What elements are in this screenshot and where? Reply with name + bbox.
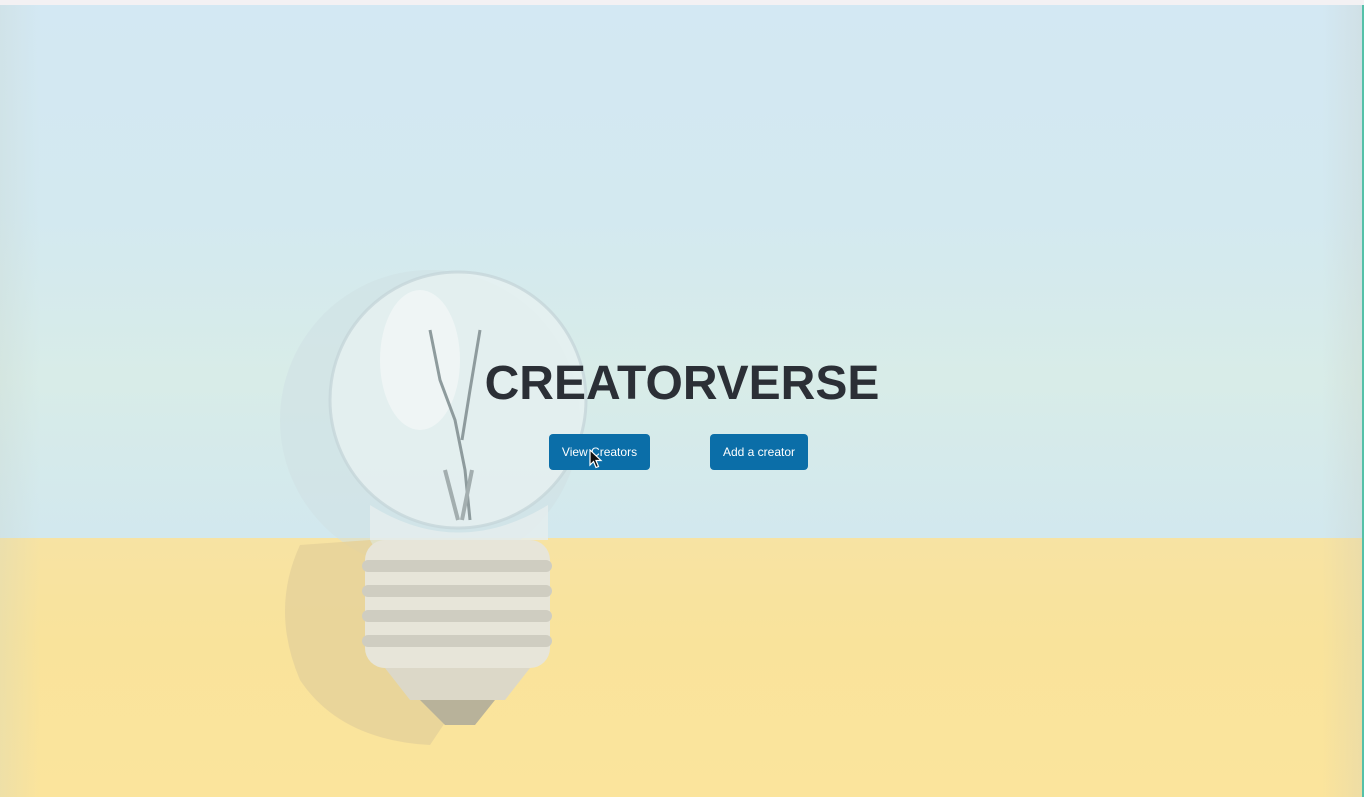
page-title: CREATORVERSE xyxy=(484,357,880,410)
hero: CREATORVERSE xyxy=(0,352,1364,416)
add-creator-button[interactable]: Add a creator xyxy=(710,434,808,470)
view-creators-button[interactable]: View Creators xyxy=(549,434,650,470)
landing-page: CREATORVERSE View Creators Add a creator xyxy=(0,0,1364,797)
